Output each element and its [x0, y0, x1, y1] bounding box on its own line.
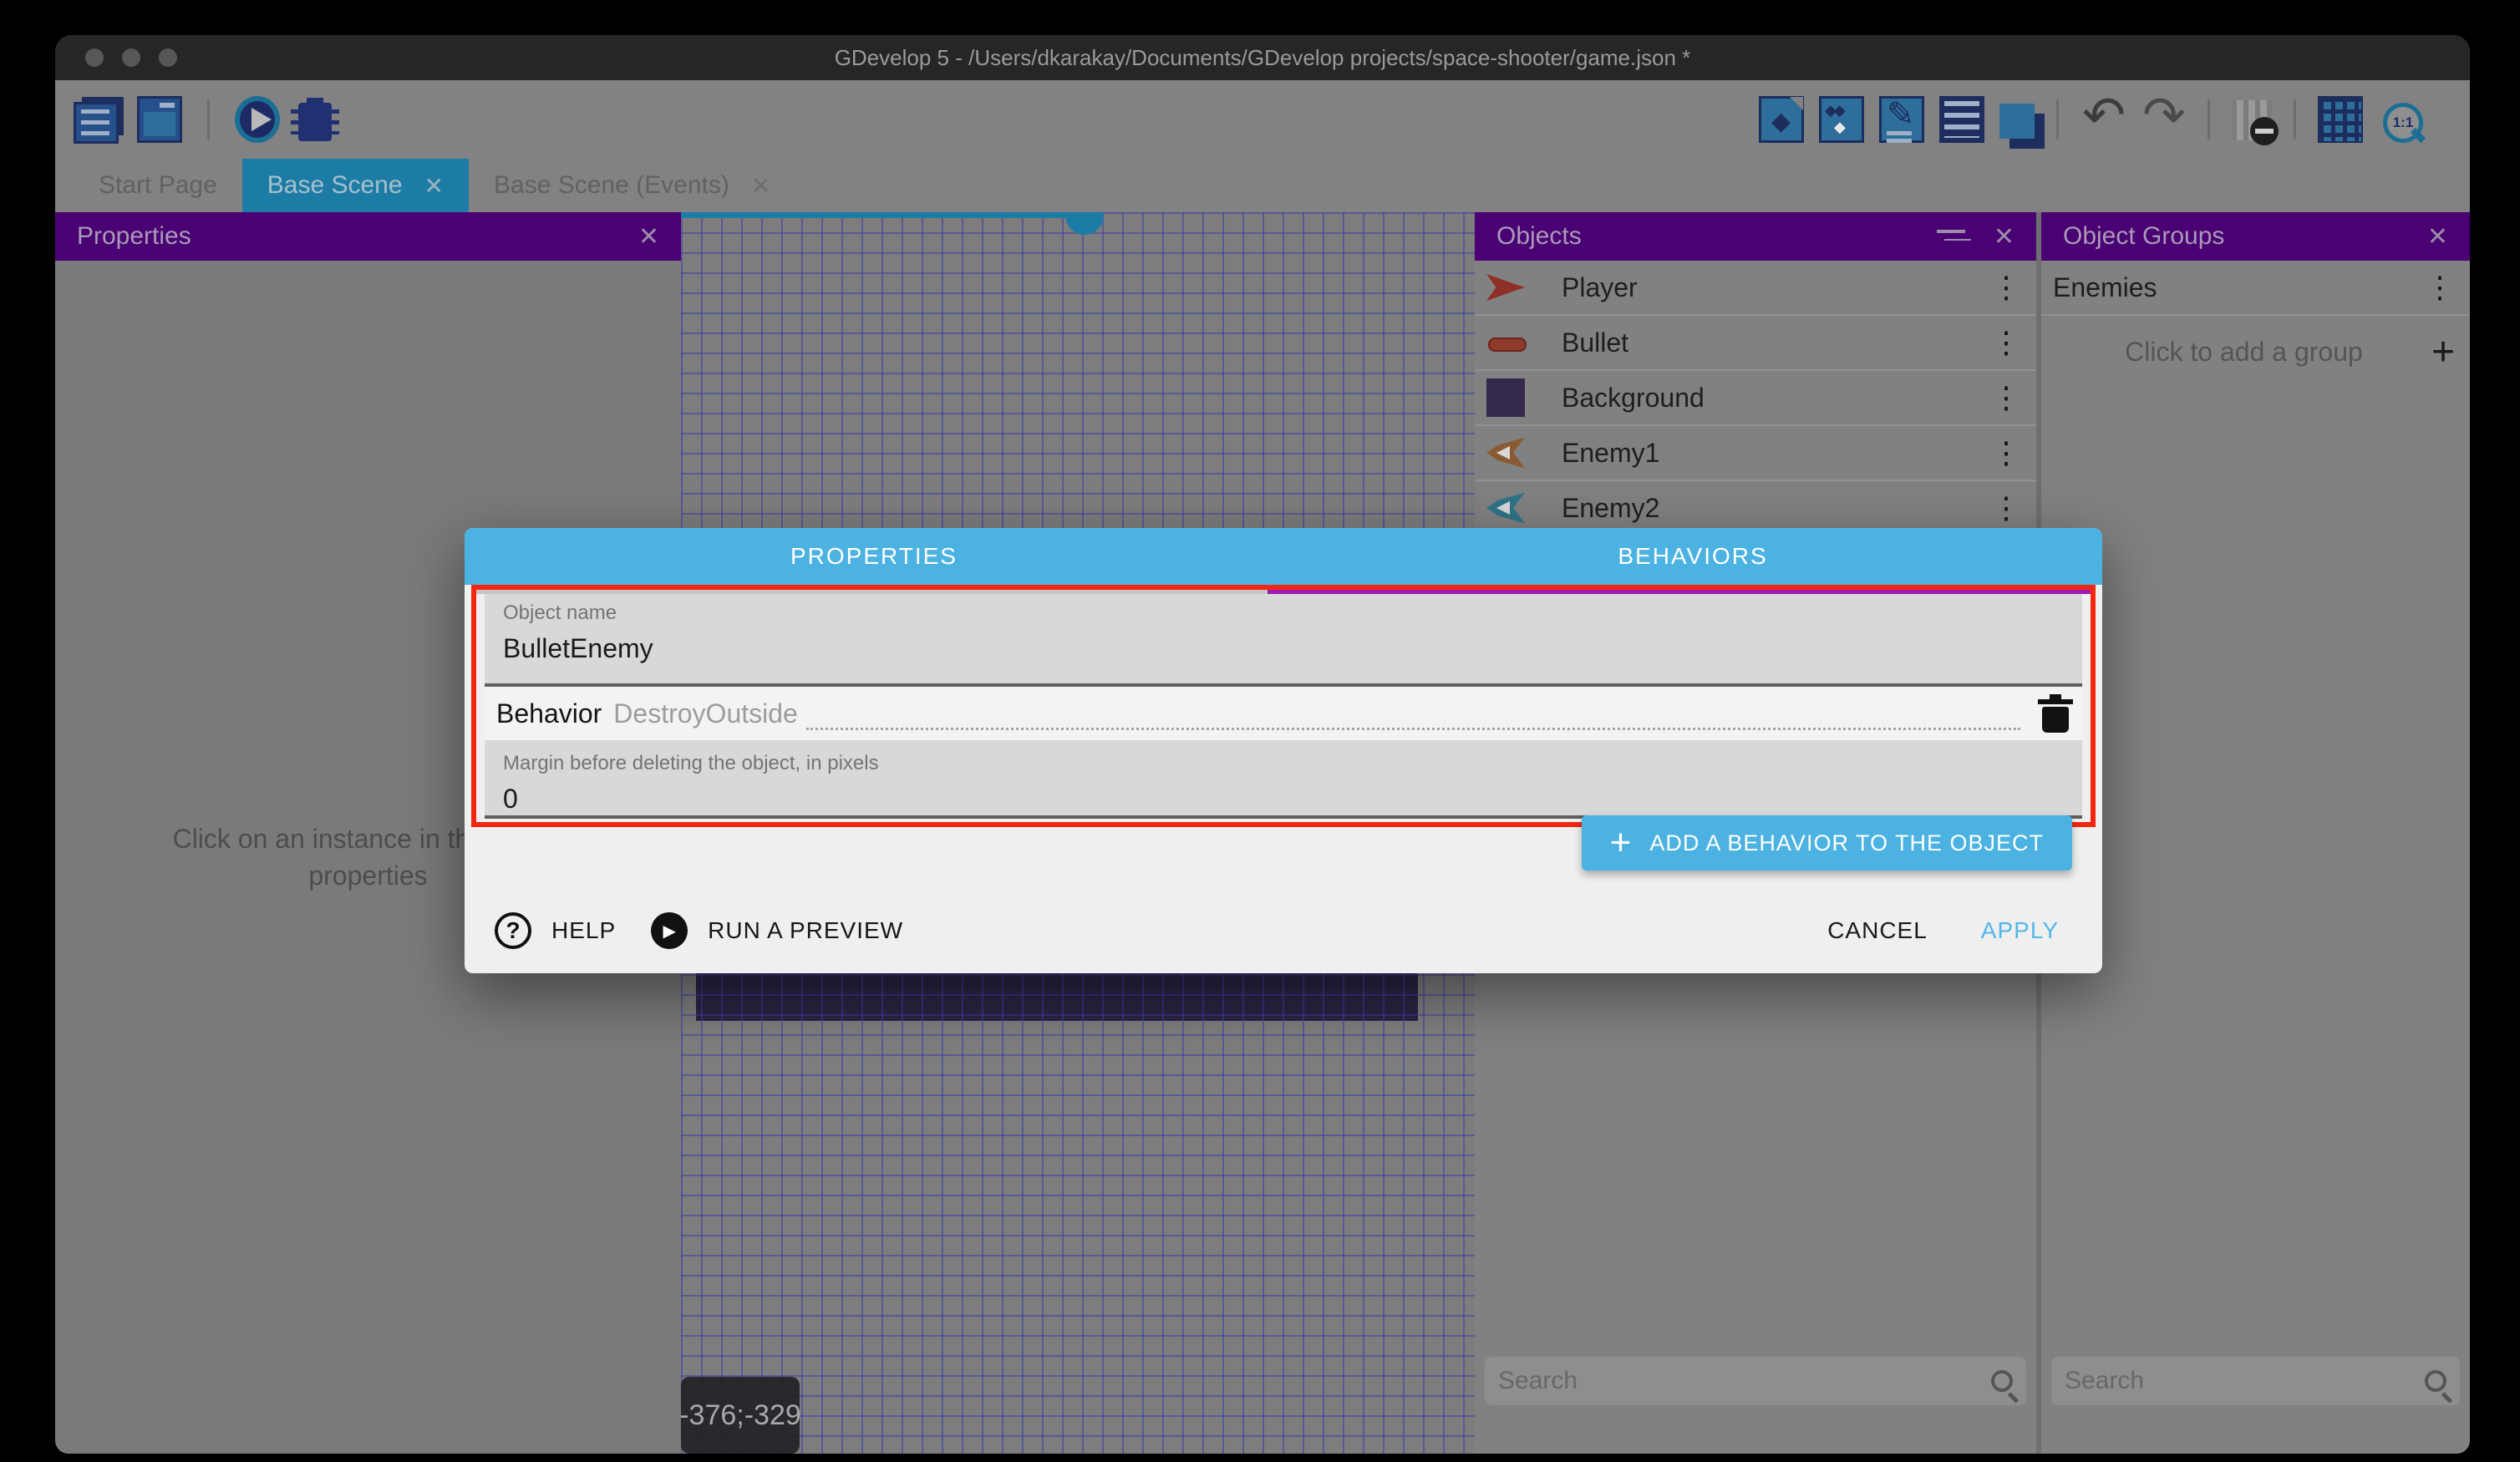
margin-value[interactable]: 0	[503, 784, 2064, 815]
group-menu-icon[interactable]: ⋮	[2425, 270, 2455, 305]
object-row-enemy1[interactable]: Enemy1 ⋮	[1475, 426, 2036, 481]
object-name: Player	[1562, 272, 1638, 303]
tab-base-scene[interactable]: Base Scene ✕	[242, 159, 469, 212]
close-tab-icon[interactable]: ✕	[751, 172, 770, 200]
tab-properties[interactable]: PROPERTIES	[465, 528, 1283, 585]
search-icon	[1991, 1370, 2013, 1392]
toolbar-divider	[2294, 99, 2296, 140]
add-behavior-label: ADD A BEHAVIOR TO THE OBJECT	[1649, 830, 2044, 856]
background-icon	[1486, 378, 1525, 417]
behavior-name-value[interactable]: DestroyOutside	[613, 698, 798, 729]
object-name: Enemy1	[1562, 438, 1659, 469]
objects-search-input[interactable]	[1498, 1367, 1991, 1395]
tab-behaviors[interactable]: BEHAVIORS	[1283, 528, 2102, 585]
object-name: Bullet	[1562, 327, 1628, 358]
object-name-label: Object name	[503, 602, 2064, 625]
scene-editor-icon[interactable]	[137, 96, 182, 143]
objects-editor-icon[interactable]	[1759, 96, 1804, 143]
delete-behavior-icon[interactable]	[2040, 694, 2070, 733]
dialog-tabs: PROPERTIES BEHAVIORS	[465, 528, 2102, 585]
active-tab-indicator	[476, 590, 1268, 594]
properties-panel-title: Properties	[77, 222, 191, 251]
toolbar-divider	[2056, 99, 2059, 140]
apply-button[interactable]: APPLY	[1981, 917, 2059, 944]
margin-field[interactable]: Margin before deleting the object, in pi…	[485, 740, 2082, 819]
behavior-row: Behavior DestroyOutside	[485, 687, 2082, 740]
add-group-label: Click to add a group	[2056, 337, 2431, 368]
help-icon[interactable]: ?	[495, 912, 531, 949]
help-button[interactable]: HELP	[551, 917, 616, 944]
behavior-underline	[806, 697, 2020, 730]
redo-icon[interactable]	[2141, 96, 2186, 143]
close-icon[interactable]: ✕	[638, 222, 659, 251]
add-icon[interactable]: +	[2431, 329, 2455, 375]
toolbar-divider	[2208, 99, 2210, 140]
close-tab-icon[interactable]: ✕	[424, 172, 444, 200]
main-toolbar	[55, 80, 2470, 159]
run-preview-button[interactable]: RUN A PREVIEW	[708, 917, 903, 944]
object-editor-dialog: PROPERTIES BEHAVIORS Object name BulletE…	[465, 528, 2102, 973]
layers-editor-icon[interactable]	[1999, 104, 2035, 139]
object-row-bullet[interactable]: Bullet ⋮	[1475, 316, 2036, 371]
enemy1-ship-icon	[1486, 434, 1525, 472]
window-title: GDevelop 5 - /Users/dkarakay/Documents/G…	[55, 45, 2470, 71]
group-row-enemies[interactable]: Enemies ⋮	[2041, 261, 2470, 316]
instances-list-icon[interactable]	[1939, 96, 1984, 143]
undo-icon[interactable]	[2081, 96, 2126, 143]
object-name-value[interactable]: BulletEnemy	[503, 633, 2064, 664]
object-name-field[interactable]: Object name BulletEnemy	[485, 590, 2082, 687]
margin-label: Margin before deleting the object, in pi…	[503, 752, 2064, 775]
close-icon[interactable]: ✕	[2427, 222, 2448, 251]
object-menu-icon[interactable]: ⋮	[1991, 270, 2021, 305]
scene-border-line	[681, 212, 1095, 218]
objects-panel-title: Objects	[1496, 222, 1582, 251]
close-icon[interactable]: ✕	[1994, 222, 2014, 251]
add-group-row[interactable]: Click to add a group +	[2041, 316, 2470, 388]
title-bar: GDevelop 5 - /Users/dkarakay/Documents/G…	[55, 35, 2470, 80]
debugger-icon[interactable]	[298, 103, 332, 141]
tab-base-scene-events[interactable]: Base Scene (Events) ✕	[469, 159, 795, 212]
objects-search	[1485, 1357, 2026, 1405]
run-preview-icon[interactable]: ▶	[651, 912, 688, 949]
object-menu-icon[interactable]: ⋮	[1991, 380, 2021, 415]
add-behavior-button[interactable]: + ADD A BEHAVIOR TO THE OBJECT	[1582, 815, 2072, 871]
object-name: Enemy2	[1562, 493, 1659, 524]
object-menu-icon[interactable]: ⋮	[1991, 435, 2021, 470]
properties-editor-icon[interactable]	[1879, 96, 1924, 143]
player-ship-icon	[1486, 268, 1525, 307]
filter-icon[interactable]	[1937, 226, 1965, 246]
editor-tabs: Start Page Base Scene ✕ Base Scene (Even…	[55, 159, 2470, 212]
grid-icon[interactable]	[2318, 96, 2363, 143]
object-groups-editor-icon[interactable]	[1819, 96, 1864, 143]
bullet-icon	[1486, 323, 1525, 362]
object-row-player[interactable]: Player ⋮	[1475, 261, 2036, 316]
object-groups-panel: Object Groups ✕ Enemies ⋮ Click to add a…	[2041, 212, 2470, 1454]
object-row-background[interactable]: Background ⋮	[1475, 371, 2036, 426]
tab-start-page[interactable]: Start Page	[74, 159, 242, 212]
toolbar-divider	[207, 99, 210, 140]
tab-label: Start Page	[99, 171, 217, 200]
search-icon	[2425, 1370, 2446, 1392]
cancel-button[interactable]: CANCEL	[1827, 917, 1928, 944]
tutorial-highlight-box: Object name BulletEnemy Behavior Destroy…	[471, 585, 2096, 827]
group-name: Enemies	[2053, 272, 2157, 303]
tab-label: Base Scene (Events)	[494, 171, 729, 200]
object-groups-panel-title: Object Groups	[2063, 222, 2224, 251]
zoom-1-1-icon[interactable]	[2378, 96, 2423, 143]
object-menu-icon[interactable]: ⋮	[1991, 490, 2021, 525]
groups-search-input[interactable]	[2065, 1367, 2425, 1395]
behavior-label: Behavior	[496, 698, 602, 729]
object-name: Background	[1562, 383, 1705, 414]
tab-label: Base Scene	[267, 171, 403, 200]
secondary-tab-indicator	[1268, 590, 2091, 594]
preview-icon[interactable]	[235, 96, 280, 143]
object-menu-icon[interactable]: ⋮	[1991, 325, 2021, 360]
cursor-coordinates-badge: -376;-329	[681, 1377, 800, 1454]
project-manager-icon[interactable]	[74, 102, 119, 144]
dialog-actions: ? HELP ▶ RUN A PREVIEW CANCEL APPLY	[465, 900, 2102, 973]
groups-search	[2051, 1357, 2460, 1405]
mask-icon[interactable]	[2232, 100, 2272, 140]
enemy2-ship-icon	[1486, 489, 1525, 527]
